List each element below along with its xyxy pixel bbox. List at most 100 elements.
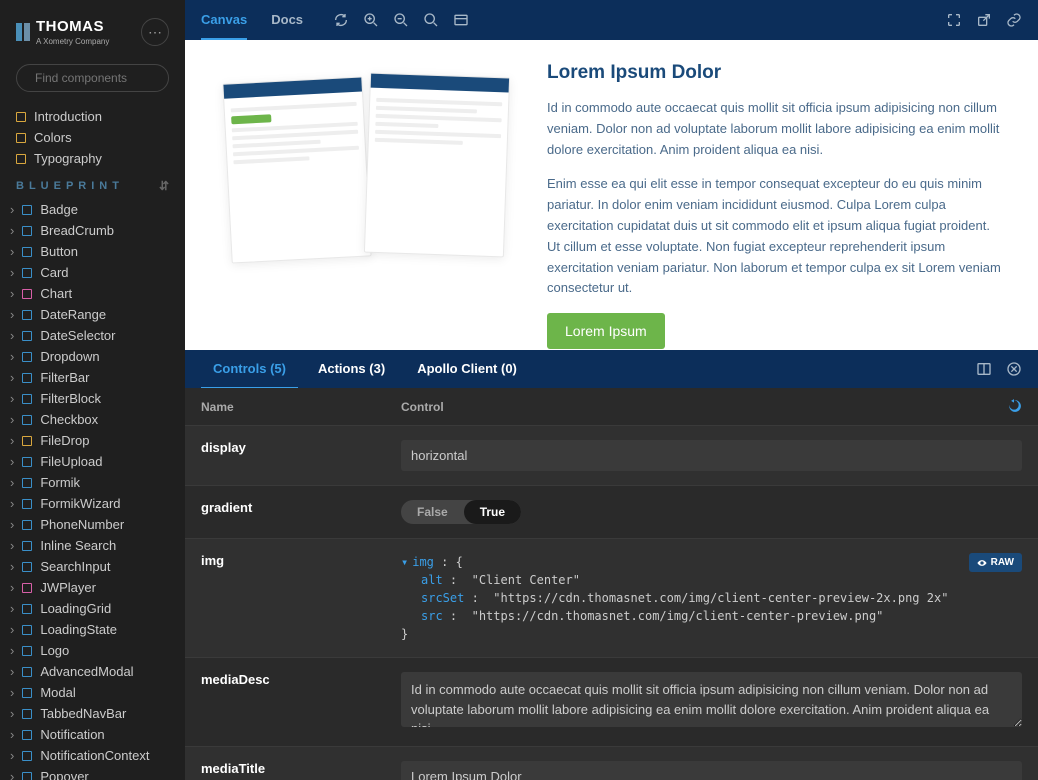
panel-tab-controls[interactable]: Controls (5) xyxy=(201,350,298,389)
tab-canvas[interactable]: Canvas xyxy=(201,1,247,40)
component-icon xyxy=(22,436,32,446)
viewport-icon[interactable] xyxy=(453,12,469,28)
chevron-right-icon: › xyxy=(10,601,14,616)
component-icon xyxy=(22,457,32,467)
brand-menu-button[interactable]: ⋯ xyxy=(141,18,169,46)
nav-item-advancedmodal[interactable]: ›AdvancedModal xyxy=(0,661,185,682)
chevron-right-icon: › xyxy=(10,412,14,427)
toggle-true[interactable]: True xyxy=(464,500,521,524)
chevron-updown-icon[interactable]: ⇵ xyxy=(159,179,169,193)
zoom-in-icon[interactable] xyxy=(363,12,379,28)
control-input-display[interactable] xyxy=(401,440,1022,471)
zoom-out-icon[interactable] xyxy=(393,12,409,28)
nav-item-jwplayer[interactable]: ›JWPlayer xyxy=(0,577,185,598)
control-label: gradient xyxy=(201,500,401,515)
chevron-right-icon: › xyxy=(10,370,14,385)
control-json-img[interactable]: RAW ▾img : { alt : "Client Center" srcSe… xyxy=(401,553,1022,643)
nav-item-notification[interactable]: ›Notification xyxy=(0,724,185,745)
refresh-icon[interactable] xyxy=(333,12,349,28)
nav-item-checkbox[interactable]: ›Checkbox xyxy=(0,409,185,430)
open-external-icon[interactable] xyxy=(976,12,992,28)
nav-section-blueprint[interactable]: BLUEPRINT ⇵ xyxy=(0,169,185,199)
main: Canvas Docs Lorem Ipsum Dolor Id in comm… xyxy=(185,0,1038,780)
brand-name: THOMAS xyxy=(36,18,109,35)
top-toolbar: Canvas Docs xyxy=(185,0,1038,40)
nav-components-group: ›Badge›BreadCrumb›Button›Card›Chart›Date… xyxy=(0,199,185,780)
controls-table-header: Name Control xyxy=(185,388,1038,426)
panel-tab-apollo[interactable]: Apollo Client (0) xyxy=(405,350,529,389)
search-input[interactable] xyxy=(35,71,185,85)
nav-item-dropdown[interactable]: ›Dropdown xyxy=(0,346,185,367)
json-collapse-icon[interactable]: ▾ xyxy=(401,555,408,569)
tab-docs[interactable]: Docs xyxy=(271,1,303,40)
nav-item-chart[interactable]: ›Chart xyxy=(0,283,185,304)
search-box[interactable]: / xyxy=(16,64,169,92)
brand-header: THOMAS A Xometry Company ⋯ xyxy=(0,0,185,56)
chevron-right-icon: › xyxy=(10,559,14,574)
nav-item-card[interactable]: ›Card xyxy=(0,262,185,283)
panel-tab-actions[interactable]: Actions (3) xyxy=(306,350,397,389)
component-icon xyxy=(22,562,32,572)
nav-item-modal[interactable]: ›Modal xyxy=(0,682,185,703)
chevron-right-icon: › xyxy=(10,244,14,259)
control-label: mediaTitle xyxy=(201,761,401,776)
component-icon xyxy=(22,205,32,215)
doc-icon xyxy=(16,154,26,164)
nav-item-breadcrumb[interactable]: ›BreadCrumb xyxy=(0,220,185,241)
nav-item-filterbar[interactable]: ›FilterBar xyxy=(0,367,185,388)
nav-item-dateselector[interactable]: ›DateSelector xyxy=(0,325,185,346)
control-row-gradient: gradient False True xyxy=(185,486,1038,539)
chevron-right-icon: › xyxy=(10,328,14,343)
nav-item-loadinggrid[interactable]: ›LoadingGrid xyxy=(0,598,185,619)
nav-item-colors[interactable]: Colors xyxy=(0,127,185,148)
nav-item-fileupload[interactable]: ›FileUpload xyxy=(0,451,185,472)
component-icon xyxy=(22,667,32,677)
chevron-right-icon: › xyxy=(10,496,14,511)
link-icon[interactable] xyxy=(1006,12,1022,28)
control-toggle-gradient[interactable]: False True xyxy=(401,500,521,524)
zoom-reset-icon[interactable] xyxy=(423,12,439,28)
nav-item-logo[interactable]: ›Logo xyxy=(0,640,185,661)
component-icon xyxy=(22,247,32,257)
chevron-right-icon: › xyxy=(10,748,14,763)
component-icon xyxy=(22,604,32,614)
toggle-false[interactable]: False xyxy=(401,500,464,524)
nav-item-formik[interactable]: ›Formik xyxy=(0,472,185,493)
component-icon xyxy=(22,541,32,551)
nav-item-daterange[interactable]: ›DateRange xyxy=(0,304,185,325)
chevron-right-icon: › xyxy=(10,223,14,238)
nav-item-filterblock[interactable]: ›FilterBlock xyxy=(0,388,185,409)
chevron-right-icon: › xyxy=(10,517,14,532)
chevron-right-icon: › xyxy=(10,307,14,322)
nav-item-button[interactable]: ›Button xyxy=(0,241,185,262)
hero-cta-button[interactable]: Lorem Ipsum xyxy=(547,313,665,349)
control-input-mediatitle[interactable] xyxy=(401,761,1022,780)
reset-controls-button[interactable] xyxy=(1006,398,1022,415)
nav-item-popover[interactable]: ›Popover xyxy=(0,766,185,780)
nav-item-filedrop[interactable]: ›FileDrop xyxy=(0,430,185,451)
panel-close-icon[interactable] xyxy=(1006,361,1022,377)
nav-item-introduction[interactable]: Introduction xyxy=(0,106,185,127)
nav-item-phonenumber[interactable]: ›PhoneNumber xyxy=(0,514,185,535)
hero-image-placeholder xyxy=(217,70,507,270)
chevron-right-icon: › xyxy=(10,580,14,595)
hero-title: Lorem Ipsum Dolor xyxy=(547,62,1006,84)
hero-content: Lorem Ipsum Dolor Id in commodo aute occ… xyxy=(547,62,1006,328)
raw-toggle-button[interactable]: RAW xyxy=(969,553,1022,572)
nav-item-typography[interactable]: Typography xyxy=(0,148,185,169)
chevron-right-icon: › xyxy=(10,265,14,280)
nav-item-notificationcontext[interactable]: ›NotificationContext xyxy=(0,745,185,766)
fullscreen-icon[interactable] xyxy=(946,12,962,28)
nav-item-formikwizard[interactable]: ›FormikWizard xyxy=(0,493,185,514)
nav-item-loadingstate[interactable]: ›LoadingState xyxy=(0,619,185,640)
nav-item-inline search[interactable]: ›Inline Search xyxy=(0,535,185,556)
component-icon xyxy=(22,709,32,719)
nav-item-searchinput[interactable]: ›SearchInput xyxy=(0,556,185,577)
nav-item-badge[interactable]: ›Badge xyxy=(0,199,185,220)
chevron-right-icon: › xyxy=(10,685,14,700)
panel-orientation-icon[interactable] xyxy=(976,361,992,377)
chevron-right-icon: › xyxy=(10,622,14,637)
nav-item-tabbednavbar[interactable]: ›TabbedNavBar xyxy=(0,703,185,724)
control-input-mediadesc[interactable]: Id in commodo aute occaecat quis mollit … xyxy=(401,672,1022,727)
panel-tabs: Controls (5) Actions (3) Apollo Client (… xyxy=(185,350,1038,388)
